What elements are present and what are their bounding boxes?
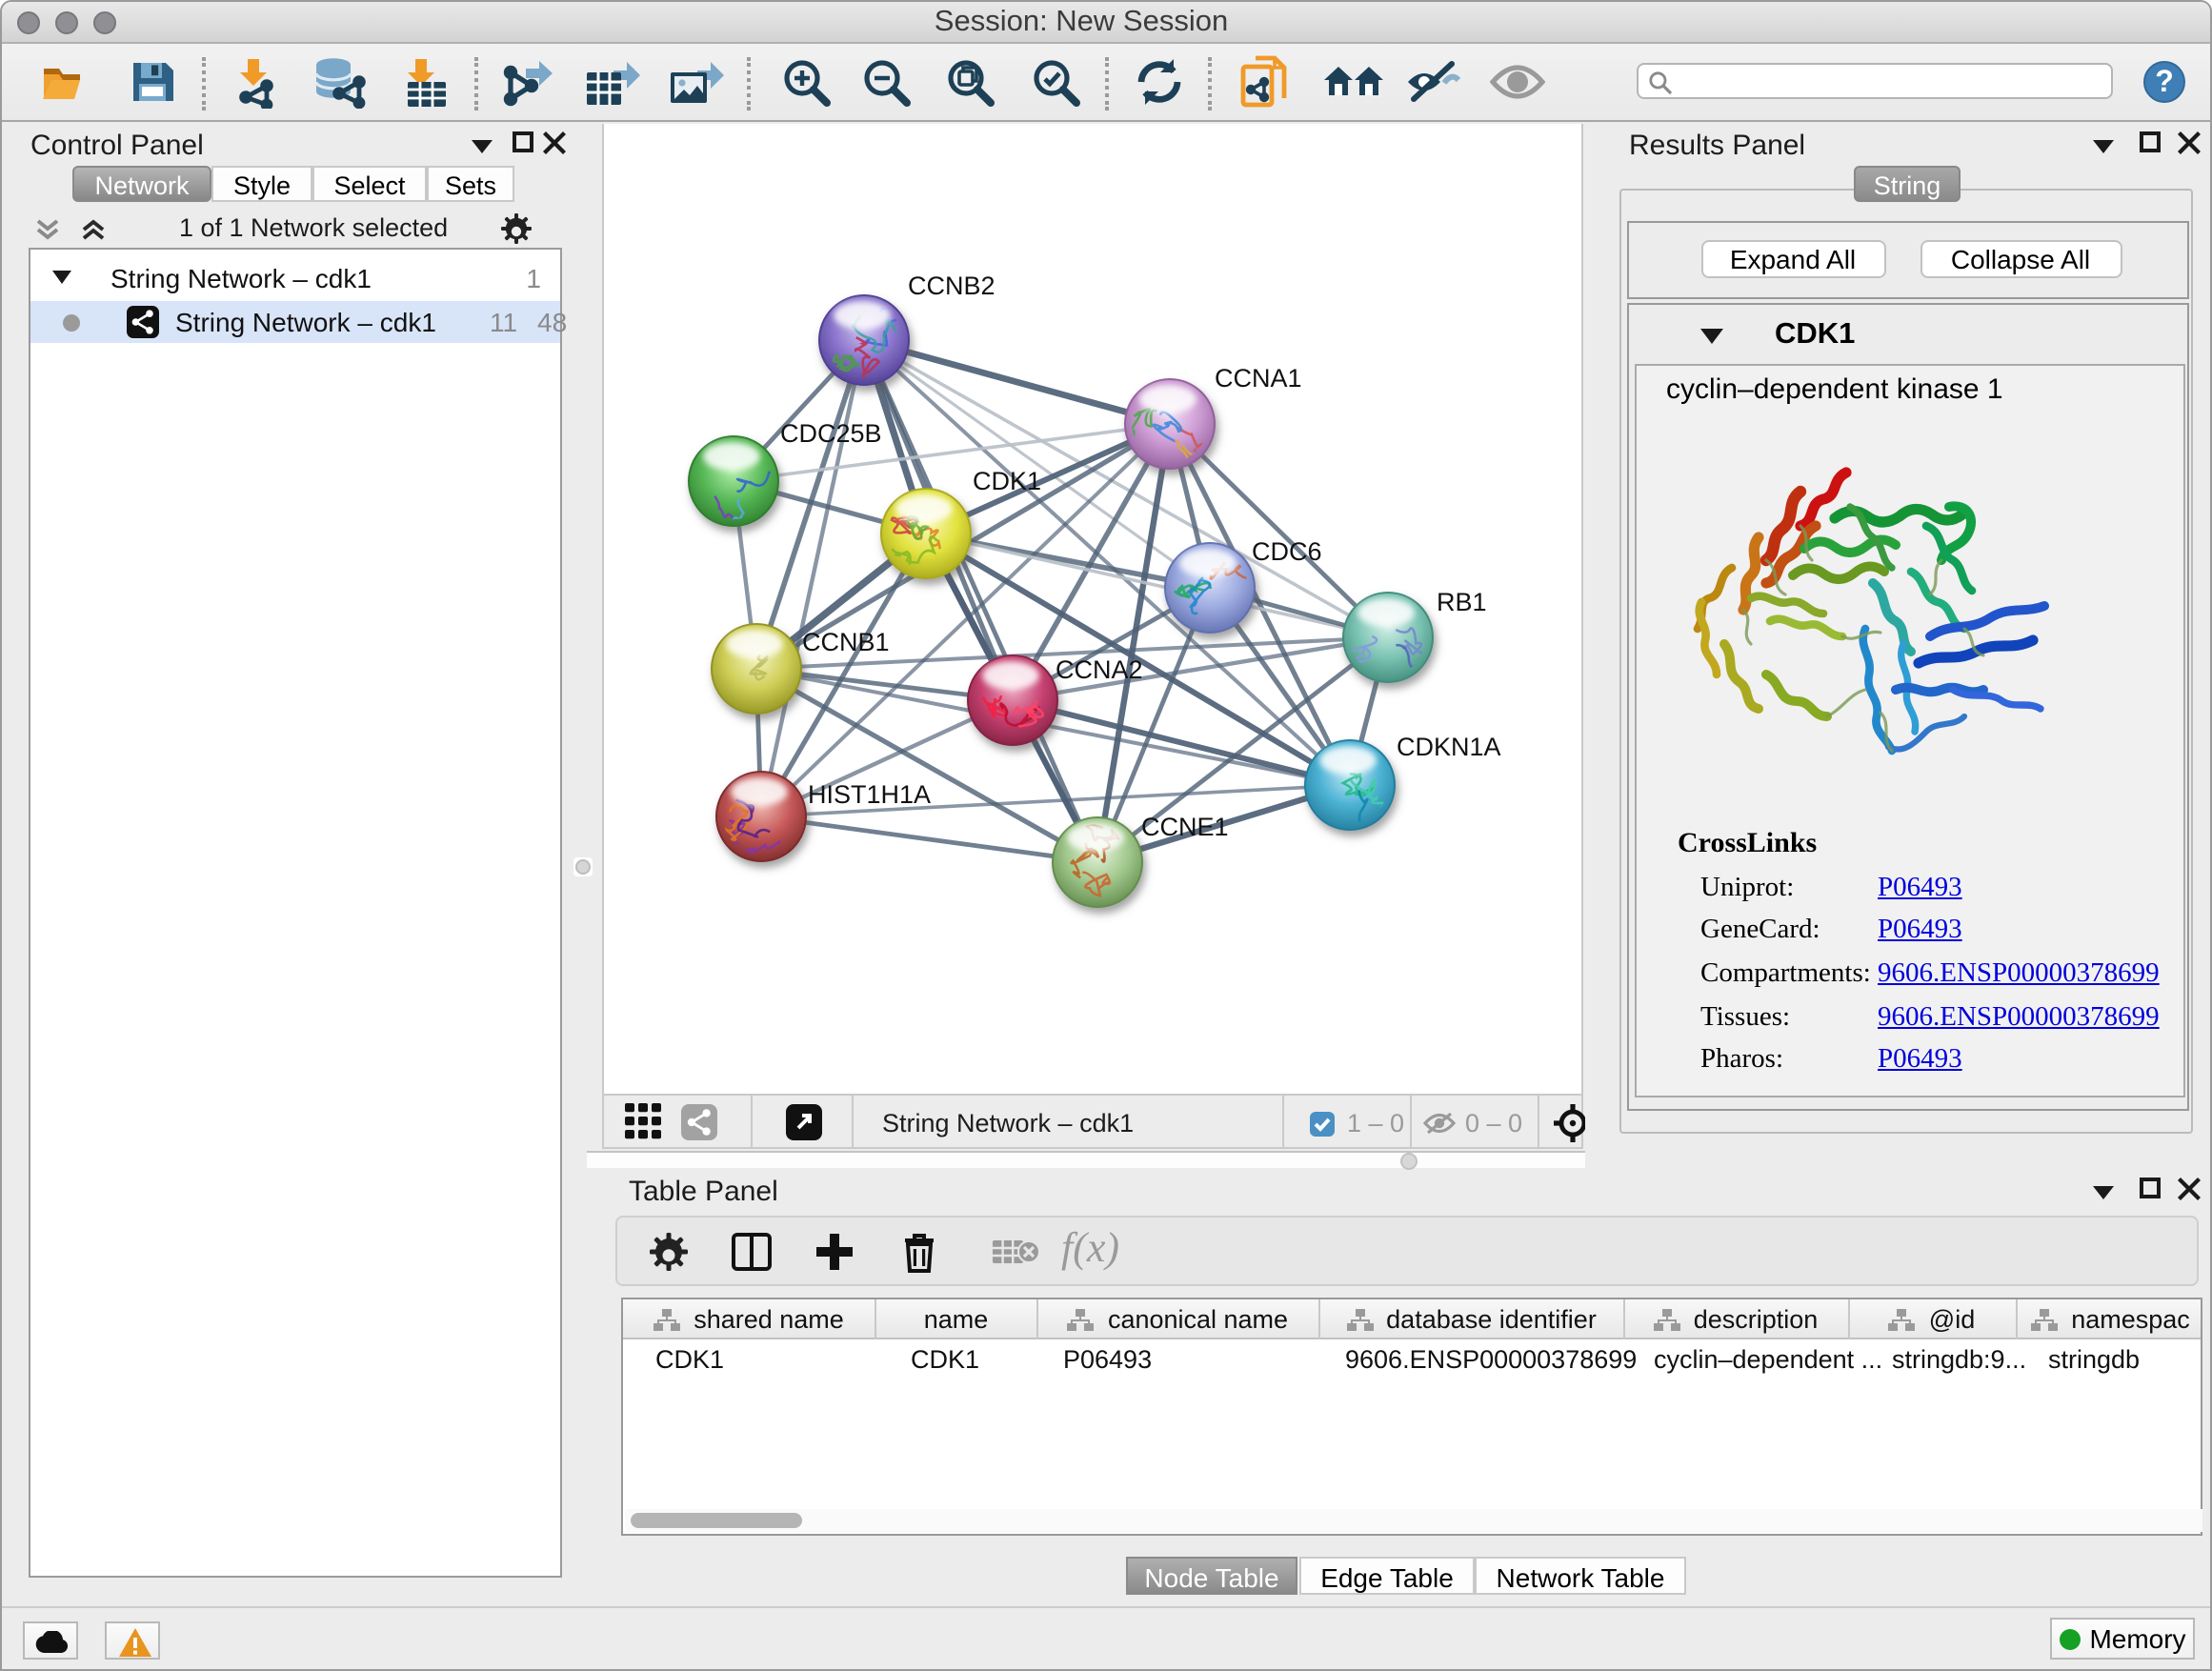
svg-text:HIST1H1A: HIST1H1A — [808, 780, 931, 809]
svg-text:CCNB2: CCNB2 — [908, 272, 995, 300]
svg-text:CCNA1: CCNA1 — [1215, 364, 1302, 393]
svg-text:CDC25B: CDC25B — [780, 419, 882, 448]
svg-text:RB1: RB1 — [1437, 588, 1487, 616]
svg-text:CCNE1: CCNE1 — [1141, 813, 1229, 841]
svg-text:CDK1: CDK1 — [973, 467, 1041, 495]
svg-text:CCNB1: CCNB1 — [802, 628, 890, 656]
svg-text:CCNA2: CCNA2 — [1056, 655, 1143, 684]
svg-text:CDC6: CDC6 — [1252, 537, 1322, 566]
svg-text:CDKN1A: CDKN1A — [1397, 733, 1501, 761]
